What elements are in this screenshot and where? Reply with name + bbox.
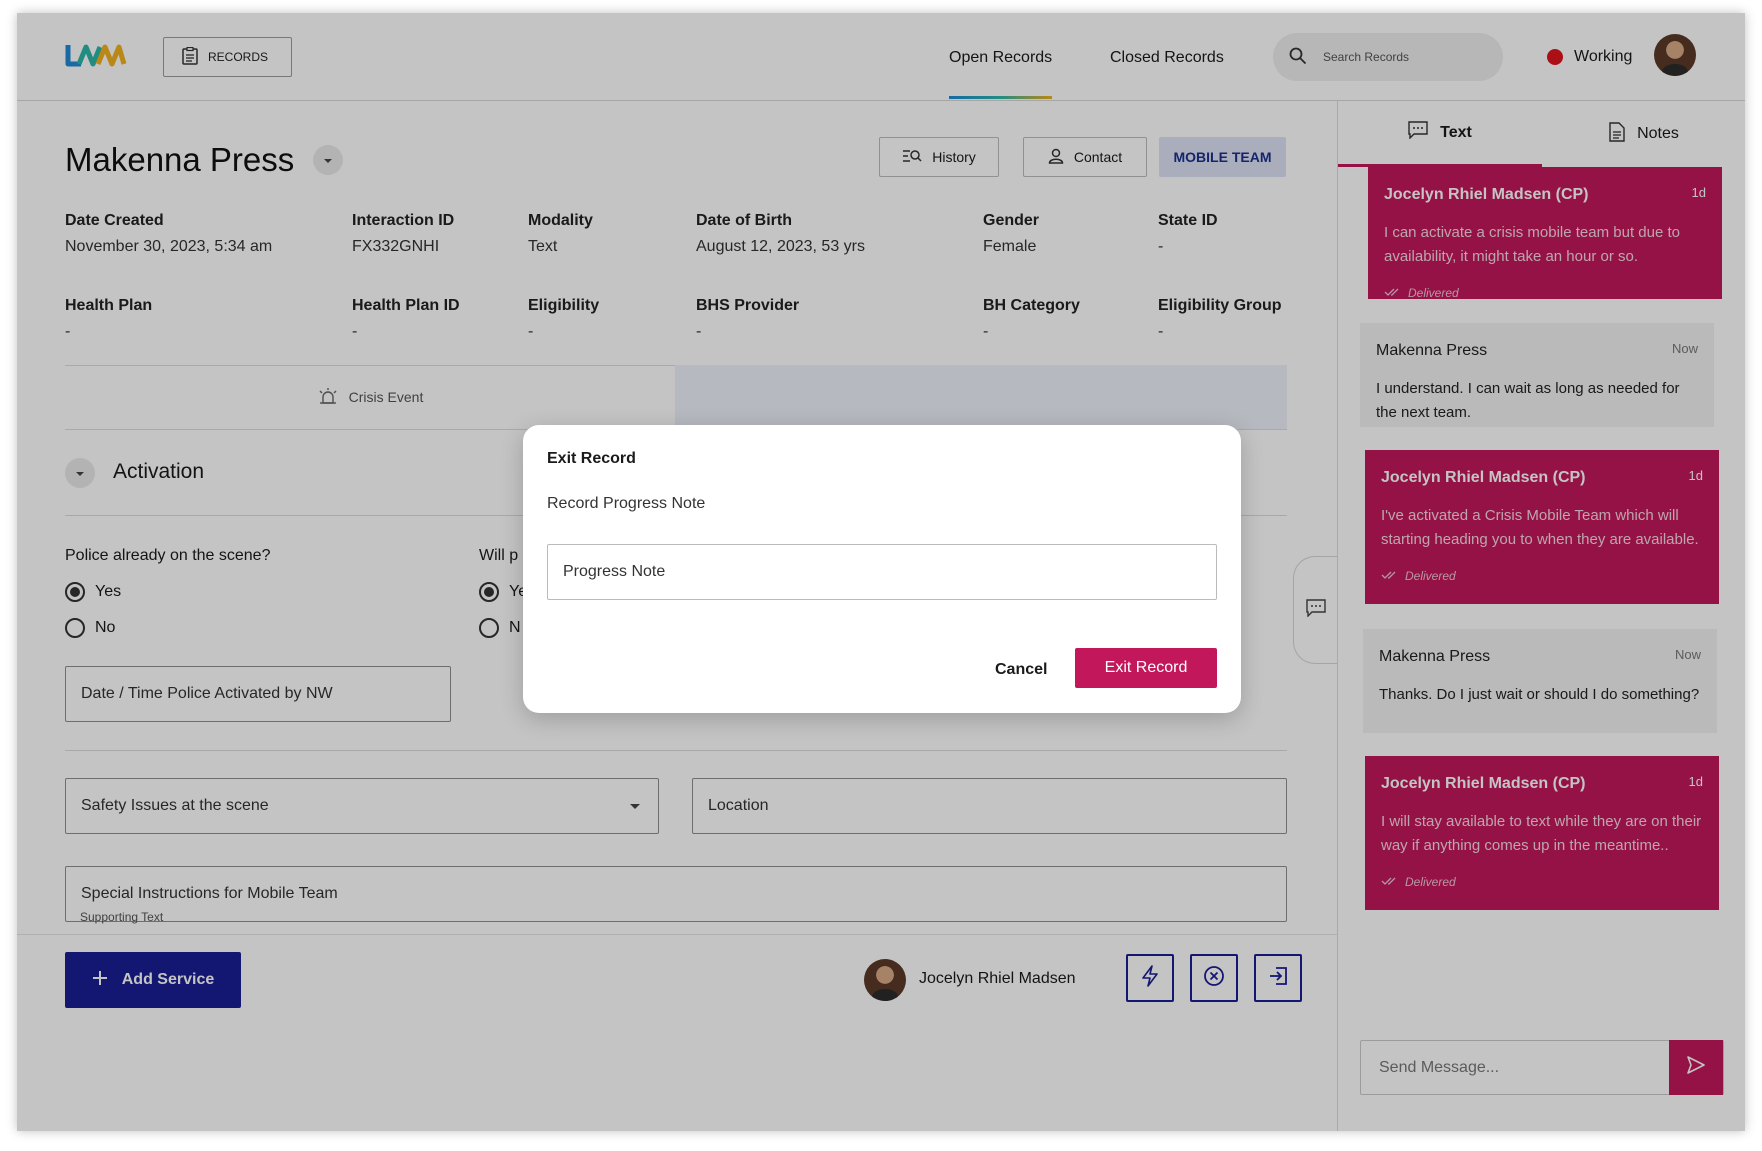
progress-note-input[interactable]: Progress Note	[547, 544, 1217, 600]
cancel-button[interactable]: Cancel	[995, 661, 1047, 679]
dialog-subtitle: Record Progress Note	[547, 495, 706, 512]
exit-record-dialog: Exit Record Record Progress Note Progres…	[523, 425, 1241, 713]
exit-record-confirm-button[interactable]: Exit Record	[1075, 648, 1217, 688]
app-window: RECORDS Open Records Closed Records Sear…	[17, 13, 1745, 1131]
dialog-title: Exit Record	[547, 450, 636, 467]
